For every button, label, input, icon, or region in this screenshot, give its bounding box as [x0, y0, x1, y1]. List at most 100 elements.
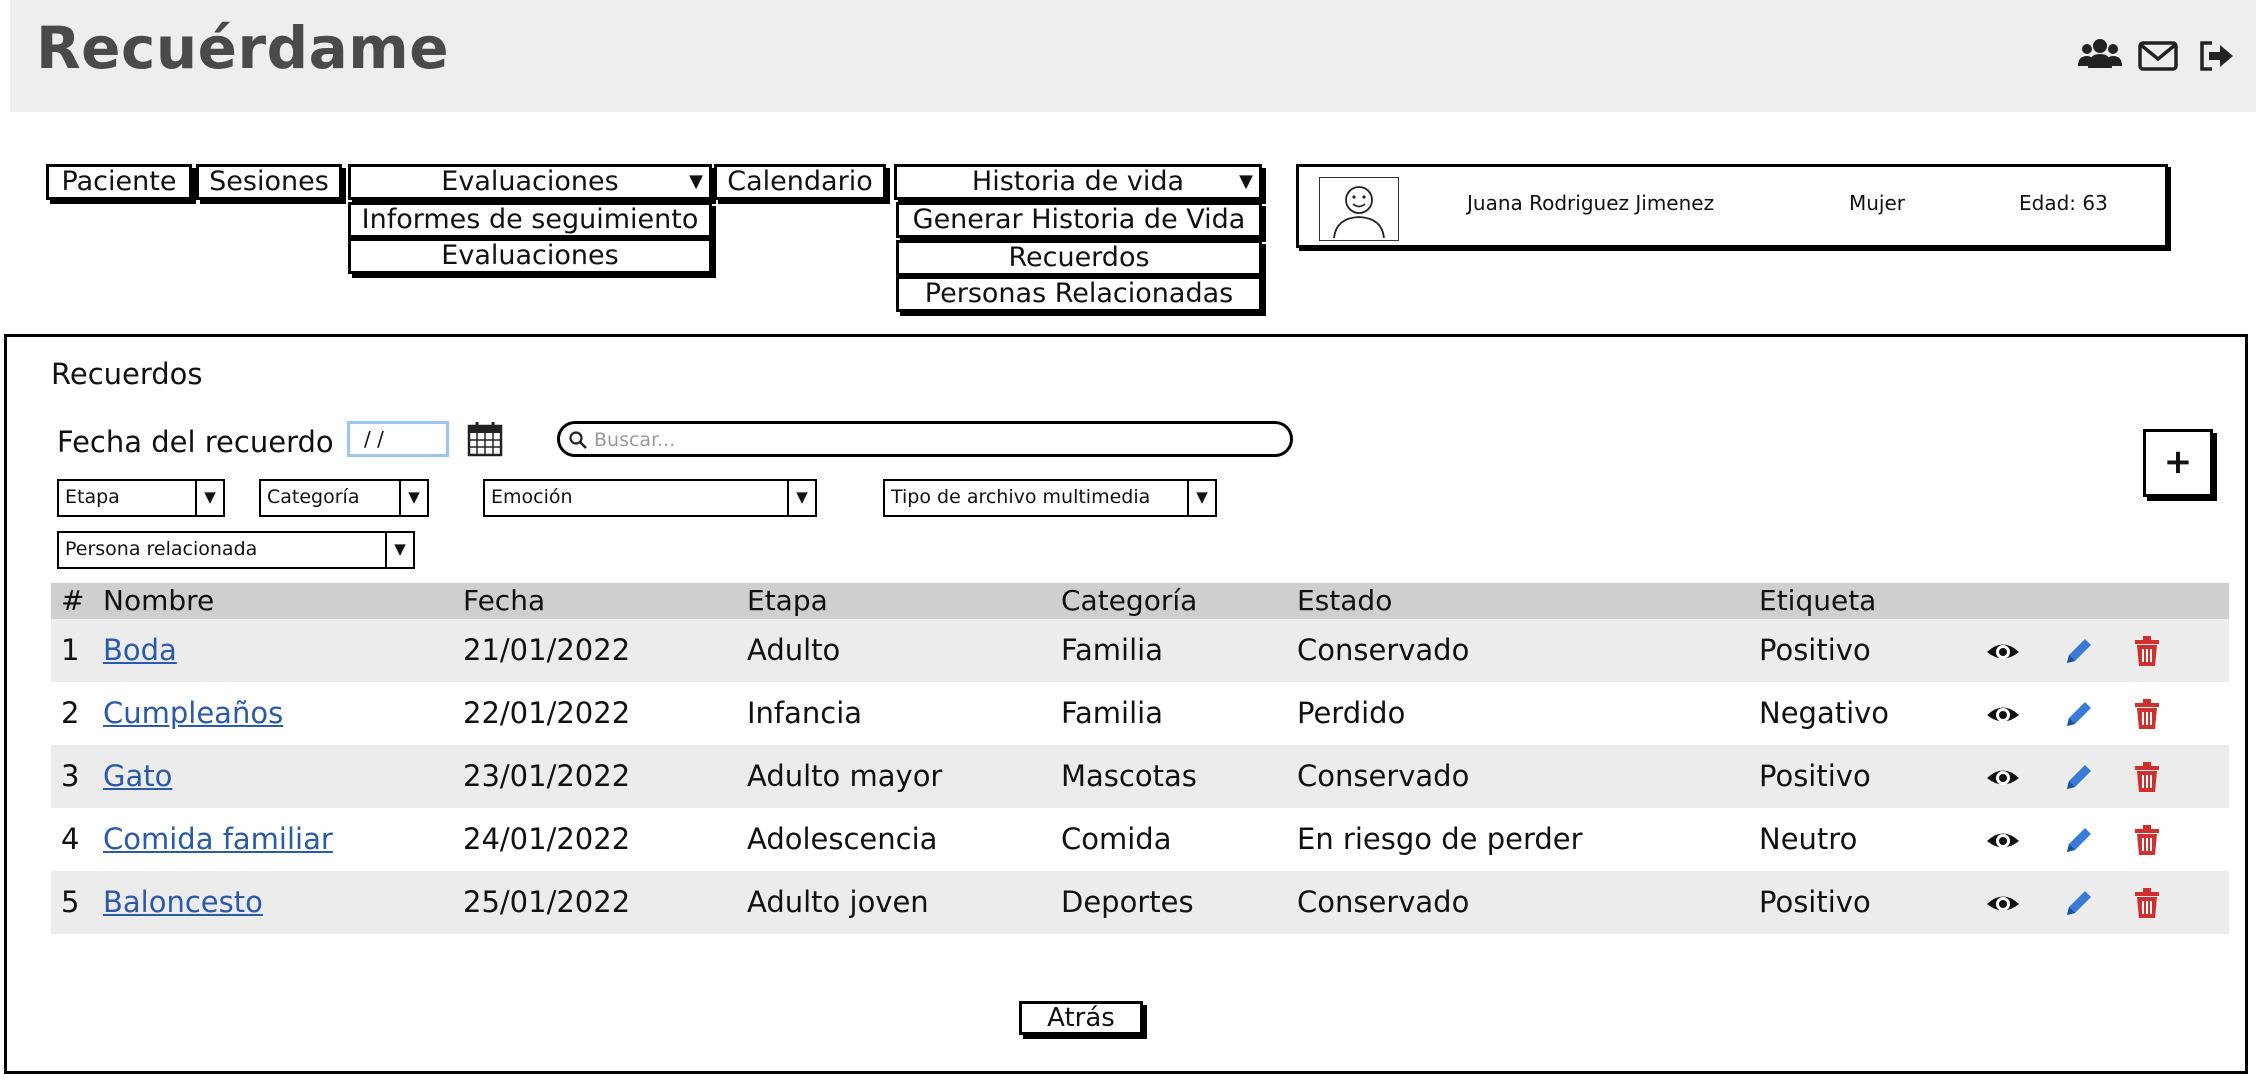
table-row: 5 Baloncesto 25/01/2022 Adulto joven Deporte… [51, 871, 2229, 934]
date-filter-label: Fecha del recuerdo [57, 425, 334, 459]
submenu-personas-relacionadas[interactable]: Personas Relacionadas [896, 276, 1262, 312]
persona-select-value: Persona relacionada [65, 538, 258, 560]
chevron-down-icon: ▼ [399, 481, 427, 515]
tipo-archivo-select[interactable]: Tipo de archivo multimedia ▼ [883, 479, 1217, 517]
row-index: 3 [61, 759, 80, 793]
table-row: 1 Boda 21/01/2022 Adulto Familia Conservado Po… [51, 619, 2229, 682]
delete-icon[interactable] [2129, 885, 2165, 921]
col-categoria: Categoría [1061, 584, 1198, 617]
delete-icon[interactable] [2129, 822, 2165, 858]
delete-icon[interactable] [2129, 633, 2165, 669]
row-nombre[interactable]: Baloncesto [103, 871, 263, 934]
submenu-recuerdos[interactable]: Recuerdos [896, 240, 1262, 276]
row-etiqueta: Positivo [1759, 885, 1871, 919]
view-icon[interactable] [1985, 759, 2021, 795]
search-icon [569, 431, 587, 449]
menu-historia-label: Historia de vida [971, 166, 1185, 197]
date-input[interactable]: / / [347, 421, 449, 457]
patient-age: Edad: 63 [2019, 191, 2108, 215]
view-icon[interactable] [1985, 822, 2021, 858]
row-etapa: Adulto joven [747, 885, 929, 919]
col-etiqueta: Etiqueta [1759, 584, 1877, 617]
row-etapa: Adulto mayor [747, 759, 943, 793]
tipo-archivo-select-value: Tipo de archivo multimedia [891, 486, 1151, 508]
edit-icon[interactable] [2061, 822, 2097, 858]
edit-icon[interactable] [2061, 633, 2097, 669]
add-memory-button[interactable]: + [2143, 429, 2213, 497]
row-estado: Perdido [1297, 696, 1406, 730]
chevron-down-icon: ▼ [195, 481, 223, 515]
chevron-down-icon: ▼ [385, 533, 413, 567]
table-row: 3 Gato 23/01/2022 Adulto mayor Mascotas Conse… [51, 745, 2229, 808]
row-etiqueta: Negativo [1759, 696, 1890, 730]
users-icon[interactable] [2078, 34, 2122, 78]
edit-icon[interactable] [2061, 885, 2097, 921]
delete-icon[interactable] [2129, 696, 2165, 732]
delete-icon[interactable] [2129, 759, 2165, 795]
row-categoria: Familia [1061, 696, 1163, 730]
menu-calendario[interactable]: Calendario [714, 164, 886, 200]
row-index: 2 [61, 696, 80, 730]
row-etapa: Adolescencia [747, 822, 938, 856]
row-fecha: 21/01/2022 [463, 633, 631, 667]
row-categoria: Deportes [1061, 885, 1194, 919]
persona-select[interactable]: Persona relacionada ▼ [57, 531, 415, 569]
row-etapa: Infancia [747, 696, 863, 730]
row-categoria: Mascotas [1061, 759, 1197, 793]
calendar-icon[interactable] [465, 419, 505, 459]
submenu-evaluaciones[interactable]: Evaluaciones [348, 238, 712, 274]
row-nombre[interactable]: Comida familiar [103, 808, 333, 871]
row-estado: Conservado [1297, 885, 1470, 919]
dropdown-arrow-icon: ▼ [689, 171, 703, 192]
categoria-select[interactable]: Categoría ▼ [259, 479, 429, 517]
menu-sesiones[interactable]: Sesiones [196, 164, 342, 200]
row-nombre[interactable]: Cumpleaños [103, 682, 283, 745]
row-fecha: 22/01/2022 [463, 696, 631, 730]
search-box[interactable] [557, 421, 1293, 457]
chevron-down-icon: ▼ [787, 481, 815, 515]
view-icon[interactable] [1985, 633, 2021, 669]
row-estado: Conservado [1297, 633, 1470, 667]
menu-paciente[interactable]: Paciente [46, 164, 192, 200]
row-nombre[interactable]: Gato [103, 745, 172, 808]
app-title: Recuérdame [36, 14, 450, 82]
edit-icon[interactable] [2061, 759, 2097, 795]
row-nombre[interactable]: Boda [103, 619, 177, 682]
menu-historia[interactable]: Historia de vida ▼ [894, 164, 1262, 200]
menu-evaluaciones[interactable]: Evaluaciones ▼ [348, 164, 712, 200]
patient-card: Juana Rodriguez Jimenez Mujer Edad: 63 [1296, 164, 2168, 248]
table-row: 4 Comida familiar 24/01/2022 Adolescencia Co… [51, 808, 2229, 871]
emocion-select[interactable]: Emoción ▼ [483, 479, 817, 517]
submenu-generar-historia[interactable]: Generar Historia de Vida [896, 202, 1262, 238]
back-button[interactable]: Atrás [1019, 1001, 1143, 1035]
logout-icon[interactable] [2194, 34, 2238, 78]
col-fecha: Fecha [463, 584, 546, 617]
table-row: 2 Cumpleaños 22/01/2022 Infancia Familia Perd… [51, 682, 2229, 745]
row-etiqueta: Neutro [1759, 822, 1858, 856]
row-etiqueta: Positivo [1759, 759, 1871, 793]
row-etiqueta: Positivo [1759, 633, 1871, 667]
categoria-select-value: Categoría [267, 486, 360, 508]
table-header: # Nombre Fecha Etapa Categoría Estado Et… [51, 583, 2229, 619]
edit-icon[interactable] [2061, 696, 2097, 732]
row-index: 1 [61, 633, 80, 667]
search-input[interactable] [592, 426, 1276, 454]
col-index: # [61, 584, 85, 617]
section-title: Recuerdos [51, 357, 203, 391]
submenu-informes[interactable]: Informes de seguimiento [348, 202, 712, 238]
patient-name: Juana Rodriguez Jimenez [1467, 191, 1715, 215]
view-icon[interactable] [1985, 696, 2021, 732]
row-categoria: Comida [1061, 822, 1172, 856]
view-icon[interactable] [1985, 885, 2021, 921]
row-fecha: 24/01/2022 [463, 822, 631, 856]
row-estado: Conservado [1297, 759, 1470, 793]
mail-icon[interactable] [2136, 34, 2180, 78]
etapa-select[interactable]: Etapa ▼ [57, 479, 225, 517]
chevron-down-icon: ▼ [1187, 481, 1215, 515]
col-estado: Estado [1297, 584, 1393, 617]
row-categoria: Familia [1061, 633, 1163, 667]
row-index: 4 [61, 822, 80, 856]
row-estado: En riesgo de perder [1297, 822, 1583, 856]
patient-gender: Mujer [1849, 191, 1906, 215]
col-etapa: Etapa [747, 584, 828, 617]
